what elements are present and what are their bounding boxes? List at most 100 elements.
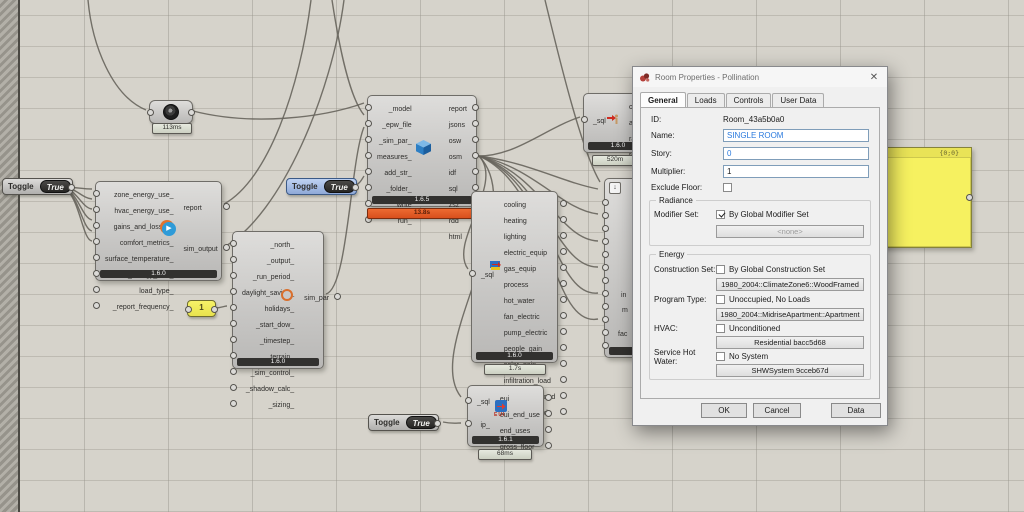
port-label: end_uses	[499, 428, 531, 435]
radiance-group: Radiance Modifier Set: By Global Modifie…	[649, 196, 871, 246]
exclude-floor-checkbox[interactable]	[723, 183, 732, 192]
component-eui[interactable]: _sql ip_ eui eui_end_use end_uses gross_floo…	[465, 385, 553, 451]
port-report[interactable]: report	[179, 198, 231, 214]
component-read-energy-by-type[interactable]: _sql cooling heating lighting electric_equi…	[469, 191, 568, 417]
port-fan-electric[interactable]: fan_electric	[499, 307, 568, 323]
port-gas-equip[interactable]: gas_equip	[499, 259, 568, 275]
port-zone-energy-use[interactable]: zone_energy_use_	[93, 185, 179, 201]
story-input[interactable]: 0	[723, 147, 869, 160]
toggle-value[interactable]: True	[323, 180, 355, 193]
close-icon[interactable]: ✕	[867, 72, 881, 83]
port-add-str[interactable]: add_str_	[365, 163, 417, 179]
construction-set-checkbox[interactable]	[716, 265, 725, 274]
tab-general[interactable]: General	[640, 92, 686, 107]
tab-loads[interactable]: Loads	[686, 93, 725, 108]
hvac-check-label: Unconditioned	[729, 324, 781, 333]
sim-par-icon	[281, 289, 293, 301]
construction-set-button[interactable]: 1980_2004::ClimateZone6::WoodFramed	[716, 278, 864, 291]
boolean-toggle-ip[interactable]: Toggle True	[368, 414, 441, 431]
port-label: _timestep_	[259, 338, 295, 345]
radiance-group-title: Radiance	[656, 196, 696, 205]
port-electric-equip[interactable]: electric_equip	[499, 243, 568, 259]
port-osw[interactable]: osw	[444, 131, 480, 147]
port-measures[interactable]: measures_	[365, 147, 417, 163]
port-end-uses[interactable]: end_uses	[495, 421, 553, 437]
program-type-checkbox[interactable]	[716, 295, 725, 304]
port-report[interactable]: report	[444, 99, 480, 115]
port-report-frequency[interactable]: _report_frequency_	[93, 297, 179, 313]
port-label: eui_end_use	[499, 412, 540, 419]
dialog-titlebar[interactable]: Room Properties - Pollination ✕	[633, 67, 887, 87]
name-label: Name:	[651, 131, 675, 140]
cancel-button[interactable]: Cancel	[753, 403, 801, 418]
tab-controls[interactable]: Controls	[725, 93, 772, 108]
component-read-room-energy[interactable]: zone_energy_use_ hvac_energy_use_ gains_an…	[93, 181, 231, 311]
port-run-period[interactable]: _run_period_	[229, 267, 299, 283]
input-ports: _sql	[469, 195, 499, 350]
port-process[interactable]: process	[499, 275, 568, 291]
port-cooling[interactable]: cooling	[499, 195, 568, 211]
component-model-to-osm[interactable]: _model _epw_file _sim_par_ measures_ add_str…	[365, 95, 480, 241]
shw-check-label: No System	[729, 352, 769, 361]
name-input[interactable]: SINGLE ROOM	[723, 129, 869, 142]
room-properties-dialog[interactable]: Room Properties - Pollination ✕ General …	[632, 66, 888, 426]
port-sim-par[interactable]: sim_par	[299, 288, 341, 304]
port-label: _model	[388, 106, 412, 113]
port-heating[interactable]: heating	[499, 211, 568, 227]
component-simulation-parameter[interactable]: _north_ _output_ _run_period_ daylight_savi…	[229, 231, 341, 409]
port-label: load_type_	[139, 288, 174, 295]
integer-panel[interactable]: 1	[185, 300, 218, 317]
panel-grip[interactable]	[966, 194, 973, 201]
port-sim-output[interactable]: sim_output	[179, 239, 231, 255]
port-osm[interactable]: osm	[444, 147, 480, 163]
port-surface-temperature[interactable]: surface_temperature_	[93, 249, 179, 265]
ok-button[interactable]: OK	[701, 403, 747, 418]
port-output[interactable]: _output_	[229, 251, 299, 267]
port-sizing[interactable]: _sizing_	[229, 395, 299, 411]
toggle-value[interactable]: True	[405, 416, 437, 429]
boolean-toggle-write[interactable]: Toggle True	[286, 178, 359, 195]
port-hot-water[interactable]: hot_water	[499, 291, 568, 307]
port-hvac-energy-use[interactable]: hvac_energy_use_	[93, 201, 179, 217]
port-model[interactable]: _model	[365, 99, 417, 115]
component-timer[interactable]	[147, 100, 195, 124]
port-label: add_str_	[384, 170, 412, 177]
port-label: fan_electric	[503, 314, 540, 321]
tab-strip: General Loads Controls User Data	[640, 92, 825, 108]
modifier-set-checkbox[interactable]	[716, 210, 725, 219]
port-pump-electric[interactable]: pump_electric	[499, 323, 568, 339]
boolean-toggle-report[interactable]: Toggle True	[2, 178, 75, 195]
port-jsons[interactable]: jsons	[444, 115, 480, 131]
shw-checkbox[interactable]	[716, 352, 725, 361]
port-timestep[interactable]: _timestep_	[229, 331, 299, 347]
modifier-set-button[interactable]: <none>	[716, 225, 864, 238]
port-lighting[interactable]: lighting	[499, 227, 568, 243]
hvac-label: HVAC:	[654, 324, 678, 333]
version-badge: 1.6.0	[237, 358, 319, 366]
grasshopper-canvas[interactable]: Toggle True 113ms zone_energy_use_ hvac_e…	[0, 0, 1024, 512]
program-type-button[interactable]: 1980_2004::MidriseApartment::Apartment	[716, 308, 864, 321]
port-ip[interactable]: ip_	[465, 415, 495, 431]
port-label: cooling	[503, 202, 527, 209]
port-idf[interactable]: idf	[444, 163, 480, 179]
port-sql[interactable]: _sql	[465, 392, 495, 408]
toggle-value[interactable]: True	[39, 180, 71, 193]
multiplier-input[interactable]: 1	[723, 165, 869, 178]
data-button[interactable]: Data	[831, 403, 881, 418]
tab-user-data[interactable]: User Data	[772, 93, 825, 108]
port-epw-file[interactable]: _epw_file	[365, 115, 417, 131]
port-label: comfort_metrics_	[119, 240, 174, 247]
port-north[interactable]: _north_	[229, 235, 299, 251]
port-sim-par[interactable]: _sim_par_	[365, 131, 417, 147]
port-holidays[interactable]: holidays_	[229, 299, 299, 315]
port-label: jsons	[448, 122, 466, 129]
shw-button[interactable]: SHWSystem 9cceb67d	[716, 364, 864, 377]
port-shadow-calc[interactable]: _shadow_calc_	[229, 379, 299, 395]
port-start-dow[interactable]: _start_dow_	[229, 315, 299, 331]
port-label: sim_output	[183, 246, 218, 254]
hvac-checkbox[interactable]	[716, 324, 725, 333]
port-load-type[interactable]: load_type_	[93, 281, 179, 297]
hvac-button[interactable]: Residential bacc5d68	[716, 336, 864, 349]
runtime-badge: 13.8s	[367, 208, 477, 219]
port-folder[interactable]: _folder_	[365, 179, 417, 195]
